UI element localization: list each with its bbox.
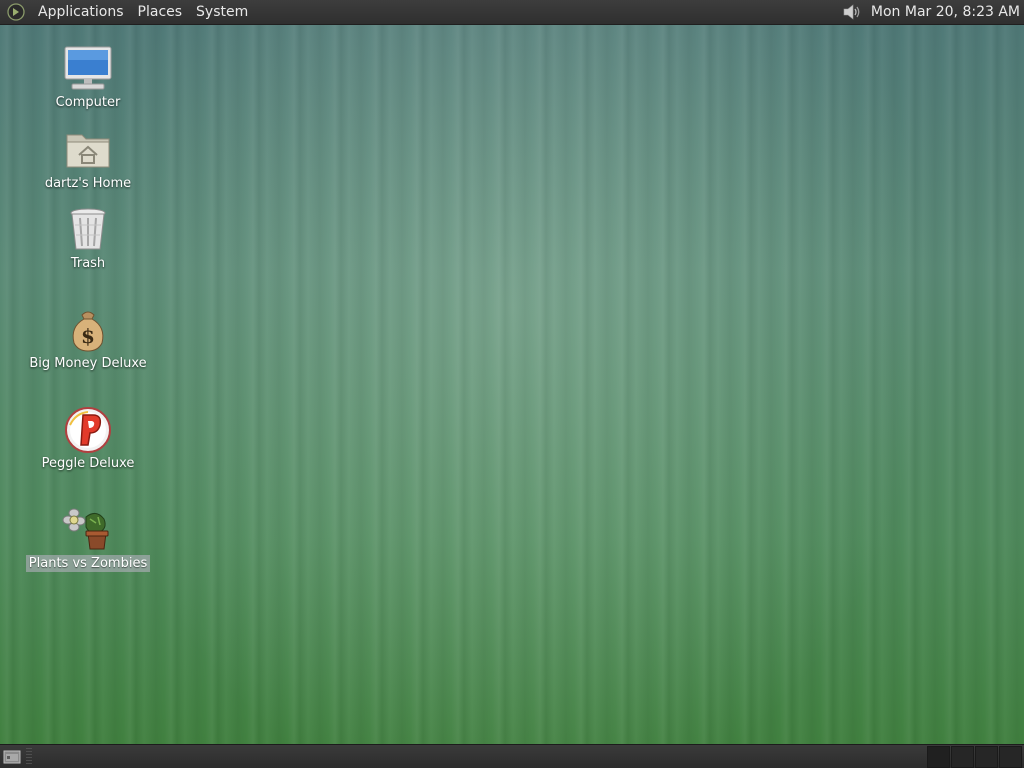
workspace-4[interactable] [999,746,1022,768]
home-folder-icon [62,125,114,173]
desktop-icon-trash[interactable]: Trash [28,205,148,272]
desktop-icon-label: Computer [55,95,121,110]
panel-status-area: Mon Mar 20, 8:23 AM [839,0,1024,24]
desktop-icon-peggle[interactable]: Peggle Deluxe [28,405,148,472]
plants-zombies-icon [62,505,114,553]
show-desktop-icon[interactable] [2,747,22,767]
peggle-p-icon [62,405,114,453]
desktop-icon-big-money[interactable]: $ Big Money Deluxe [28,305,148,372]
system-menu[interactable]: System [189,0,255,24]
speaker-volume-icon[interactable] [839,1,865,23]
computer-monitor-icon [62,44,114,92]
workspace-1[interactable] [927,746,950,768]
desktop-icon-label: dartz's Home [44,176,132,191]
bottom-panel [0,744,1024,768]
panel-grip-handle[interactable] [26,748,32,766]
trash-can-icon [62,205,114,253]
desktop-icon-label: Big Money Deluxe [29,356,147,371]
places-menu[interactable]: Places [131,0,190,24]
desktop-icon-plants-vs-zombies[interactable]: Plants vs Zombies [25,505,151,572]
svg-text:$: $ [81,324,95,348]
top-panel: Applications Places System Mon Mar 20, 8… [0,0,1024,25]
desktop-screen: Applications Places System Mon Mar 20, 8… [0,0,1024,768]
clock[interactable]: Mon Mar 20, 8:23 AM [869,0,1024,24]
desktop-icon-home[interactable]: dartz's Home [28,125,148,192]
desktop-icon-label: Plants vs Zombies [25,555,151,572]
desktop-icon-label: Peggle Deluxe [41,456,135,471]
workspace-3[interactable] [975,746,998,768]
desktop-icon-computer[interactable]: Computer [28,44,148,111]
applications-menu[interactable]: Applications [31,0,131,24]
workspace-2[interactable] [951,746,974,768]
desktop-icon-label: Trash [70,256,106,271]
money-bag-icon: $ [62,305,114,353]
workspace-switcher [926,746,1022,768]
gnome-foot-icon[interactable] [7,3,25,21]
